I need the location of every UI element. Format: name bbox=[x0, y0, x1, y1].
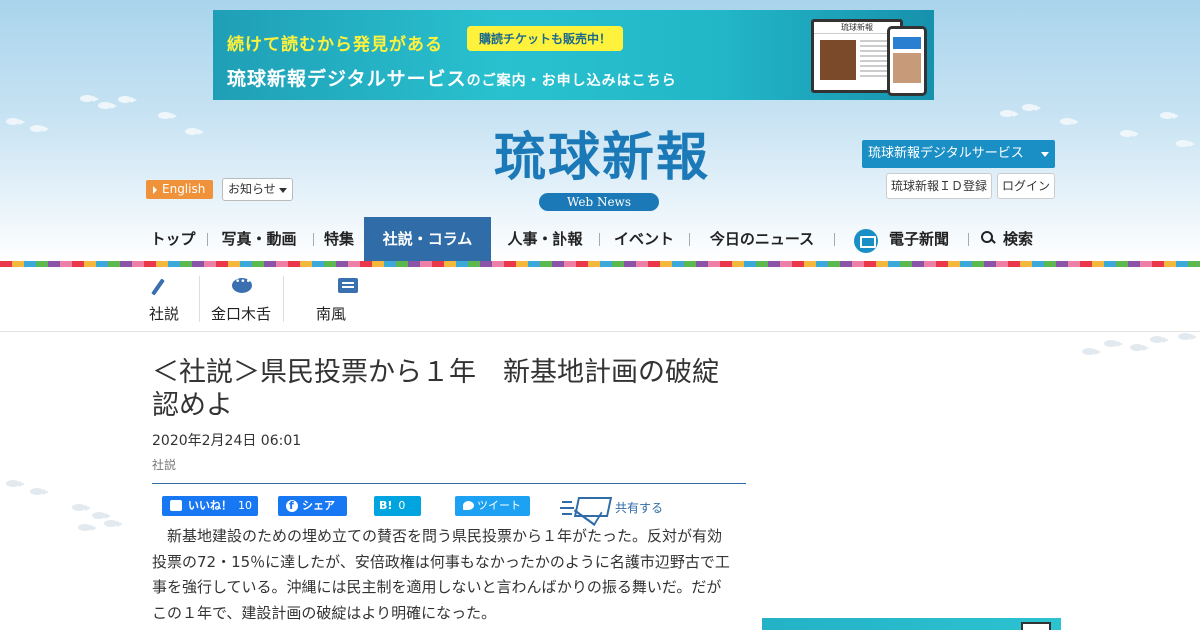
phone-photo bbox=[893, 53, 921, 83]
twitter-bird-icon bbox=[463, 501, 474, 510]
fish-decoration bbox=[92, 512, 111, 519]
nav-photo-video[interactable]: 写真・動画 bbox=[217, 217, 301, 261]
banner-subline-main: 琉球新報デジタルサービス bbox=[227, 68, 467, 90]
facebook-like-button[interactable]: いいね！ 10 bbox=[162, 496, 258, 516]
share-link[interactable]: 共有する bbox=[615, 499, 663, 516]
hatena-bookmark-button[interactable]: B! 0 bbox=[374, 496, 421, 516]
login-button[interactable]: ログイン bbox=[997, 173, 1055, 199]
subnav-divider bbox=[0, 331, 1200, 332]
nav-top[interactable]: トップ bbox=[146, 217, 200, 261]
nav-event[interactable]: イベント bbox=[610, 217, 678, 261]
banner-ticket-tag: 購読チケットも販売中！ bbox=[467, 26, 624, 51]
fish-decoration bbox=[1150, 336, 1169, 343]
facebook-share-button[interactable]: シェア bbox=[278, 496, 347, 516]
pen-icon bbox=[151, 278, 165, 296]
envelope-icon bbox=[573, 497, 613, 517]
banner-headline: 続けて読むから発見がある bbox=[227, 35, 443, 55]
speed-line bbox=[562, 501, 572, 503]
subnav-haebaru[interactable]: 南風 bbox=[301, 272, 361, 323]
article-category[interactable]: 社説 bbox=[152, 456, 176, 473]
fish-decoration bbox=[78, 524, 97, 531]
subnav-kinkuchi-bokuzetsu-label: 金口木舌 bbox=[210, 305, 271, 323]
fish-decoration bbox=[104, 520, 123, 527]
fish-decoration bbox=[1000, 110, 1019, 117]
fish-decoration bbox=[6, 480, 25, 487]
main-nav: トップ 写真・動画 特集 社説・コラム 人事・訃報 イベント 今日のニュース 電… bbox=[146, 217, 1066, 261]
nav-separator bbox=[207, 233, 208, 246]
digital-service-banner[interactable]: 続けて読むから発見がある 購読チケットも販売中！ 琉球新報デジタルサービスのご案… bbox=[213, 10, 934, 100]
fish-decoration bbox=[1060, 118, 1079, 125]
nav-e-newspaper[interactable]: 電子新聞 bbox=[886, 217, 952, 261]
article-body: 新基地建設のための埋め立ての賛否を問う県民投票から１年がたった。反対が有効投票の… bbox=[152, 527, 730, 622]
fish-decoration bbox=[30, 488, 49, 495]
fish-decoration bbox=[1082, 348, 1101, 355]
fish-decoration bbox=[1022, 104, 1041, 111]
nav-separator bbox=[689, 233, 690, 246]
subnav-separator bbox=[283, 276, 284, 322]
fish-decoration bbox=[72, 504, 91, 511]
tweet-button[interactable]: ツイート bbox=[455, 496, 530, 516]
nav-feature[interactable]: 特集 bbox=[322, 217, 356, 261]
search-icon bbox=[981, 231, 995, 245]
nav-separator bbox=[599, 233, 600, 246]
banner-subline-small: のご案内・お申し込みはこちら bbox=[466, 73, 677, 89]
fish-decoration bbox=[185, 128, 204, 135]
memo-icon bbox=[338, 278, 358, 293]
article-date: 2020年2月24日 06:01 bbox=[152, 433, 302, 449]
mail-share-icon[interactable] bbox=[560, 496, 613, 518]
fb-share-label: シェア bbox=[302, 499, 335, 512]
like-label: いいね！ bbox=[188, 499, 232, 512]
english-button[interactable]: English bbox=[146, 180, 214, 199]
fish-decoration bbox=[1176, 140, 1195, 147]
nav-editorial-column[interactable]: 社説・コラム bbox=[364, 217, 491, 261]
nav-personnel-obituary[interactable]: 人事・訃報 bbox=[503, 217, 587, 261]
fish-decoration bbox=[1104, 340, 1123, 347]
article-title: ＜社説＞県民投票から１年 新基地計画の破綻認めよ bbox=[152, 357, 719, 421]
phone-illustration bbox=[887, 26, 927, 96]
digital-service-dropdown[interactable]: 琉球新報デジタルサービス bbox=[862, 140, 1055, 168]
id-register-button[interactable]: 琉球新報ＩＤ登録 bbox=[886, 173, 992, 199]
fish-decoration bbox=[1178, 333, 1197, 340]
facebook-icon bbox=[286, 496, 298, 516]
e-newspaper-icon bbox=[854, 229, 878, 253]
like-count: 10 bbox=[238, 499, 252, 512]
banner-subline: 琉球新報デジタルサービスのご案内・お申し込みはこちら bbox=[227, 64, 677, 91]
fish-decoration bbox=[1160, 112, 1179, 119]
hatena-icon: B! bbox=[379, 499, 393, 512]
nav-todays-news[interactable]: 今日のニュース bbox=[706, 217, 818, 261]
nav-separator bbox=[834, 233, 835, 246]
speed-line bbox=[562, 513, 572, 515]
decorative-pattern-strip bbox=[0, 261, 1200, 267]
monitor-photo bbox=[820, 40, 856, 80]
notice-dropdown[interactable]: お知らせ bbox=[222, 178, 293, 201]
speech-bubble-icon bbox=[232, 277, 252, 293]
nav-search[interactable]: 検索 bbox=[1000, 217, 1036, 261]
subnav-editorial[interactable]: 社説 bbox=[146, 272, 182, 323]
tweet-label: ツイート bbox=[477, 499, 521, 512]
fish-decoration bbox=[118, 96, 137, 103]
speed-line bbox=[560, 507, 574, 509]
thumbs-up-icon bbox=[170, 500, 182, 511]
fish-decoration bbox=[6, 118, 25, 125]
nav-separator bbox=[313, 233, 314, 246]
nav-separator bbox=[968, 233, 969, 246]
fish-decoration bbox=[80, 95, 99, 102]
subnav-kinkuchi-bokuzetsu[interactable]: 金口木舌 bbox=[208, 272, 274, 323]
subnav-separator bbox=[199, 276, 200, 322]
fish-decoration bbox=[1130, 344, 1149, 351]
logo-web-news-badge: Web News bbox=[539, 193, 659, 211]
hatena-count: 0 bbox=[398, 499, 406, 512]
subnav-haebaru-label: 南風 bbox=[315, 305, 346, 323]
article-divider bbox=[152, 483, 746, 484]
sidebar-ad[interactable] bbox=[762, 618, 1061, 630]
fish-decoration bbox=[158, 112, 177, 119]
fish-decoration bbox=[30, 125, 49, 132]
fish-decoration bbox=[98, 102, 117, 109]
site-logo[interactable]: 琉球新報 bbox=[452, 128, 752, 188]
phone-header-bar bbox=[893, 37, 921, 49]
subnav-editorial-label: 社説 bbox=[148, 305, 179, 323]
fish-decoration bbox=[1120, 130, 1139, 137]
